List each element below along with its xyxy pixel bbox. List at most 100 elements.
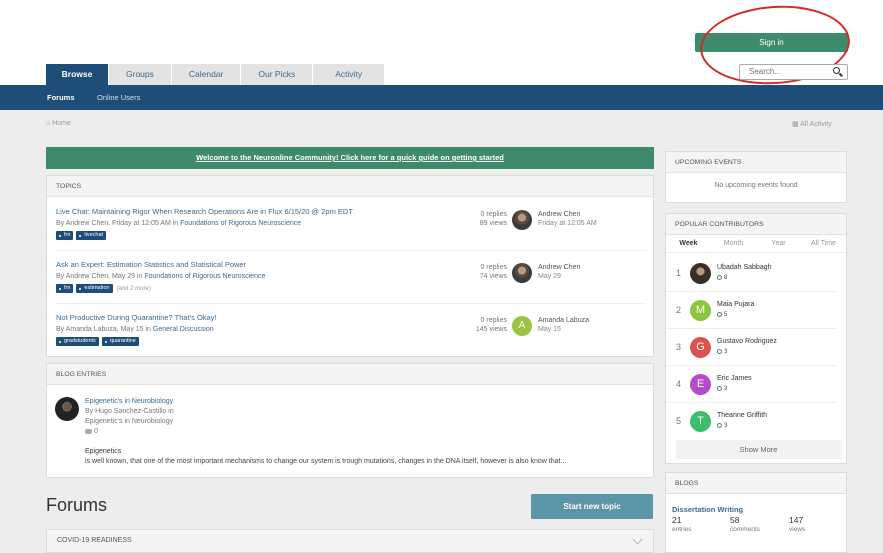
tab-month[interactable]: Month (711, 235, 756, 252)
topic-forum-link[interactable]: General Discussion (153, 326, 214, 333)
topic-title[interactable]: Live Chat: Maintaining Rigor When Resear… (56, 207, 353, 216)
last-post-time: May 29 (538, 273, 561, 280)
all-activity-label[interactable]: All Activity (800, 121, 832, 128)
contributor-rank: 3 (676, 342, 682, 352)
blog-views-count: 147 (789, 515, 804, 525)
topic-title[interactable]: Not Productive During Quarantine? That's… (56, 313, 217, 322)
reputation: 3 (717, 423, 727, 429)
tag[interactable]: gradstudents (56, 337, 99, 346)
all-activity-link[interactable]: ▩ All Activity (792, 120, 832, 128)
contributor-row: 5 T Theanne Griffith 3 (666, 403, 836, 440)
forum-category[interactable]: COVID-19 READINESS (46, 529, 654, 553)
reputation: 3 (717, 349, 727, 355)
search-box[interactable] (739, 64, 848, 80)
topic-forum-link[interactable]: Foundations of Rigorous Neuroscience (180, 220, 301, 227)
avatar[interactable]: E (690, 374, 711, 395)
blog-views-stat: 147 views (789, 515, 805, 535)
blog-title[interactable]: Dissertation Writing (672, 505, 743, 514)
tab-year[interactable]: Year (756, 235, 801, 252)
welcome-banner-text[interactable]: Welcome to the Neuronline Community! Cli… (196, 153, 504, 162)
tag[interactable]: estimation (76, 284, 113, 293)
reputation-count: 3 (724, 423, 728, 429)
contributor-row: 3 G Gustavo Rodriguez 3 (666, 329, 836, 366)
tab-our-picks[interactable]: Our Picks (241, 64, 313, 85)
last-poster-name[interactable]: Andrew Chen (538, 263, 580, 272)
more-tags: (and 2 more) (116, 285, 151, 292)
tag[interactable]: livechat (76, 231, 107, 240)
avatar[interactable] (512, 263, 532, 283)
reputation-count: 8 (724, 275, 728, 281)
reputation-icon (717, 349, 722, 354)
blog-comments-count: 58 (730, 515, 740, 525)
reputation-count: 3 (724, 349, 728, 355)
comment-icon (85, 428, 92, 434)
subnav-online-users[interactable]: Online Users (97, 85, 140, 110)
topic-author-date: By Andrew Chen, May 29 in (56, 273, 143, 280)
tag[interactable]: quarantine (101, 337, 139, 346)
tab-week[interactable]: Week (666, 235, 711, 252)
topic-forum-link[interactable]: Foundations of Rigorous Neuroscience (144, 273, 265, 280)
reputation-count: 3 (724, 386, 728, 392)
avatar[interactable] (55, 397, 79, 421)
blog-entry-excerpt: Epigenetics is well known, that one of t… (85, 447, 566, 467)
avatar[interactable]: T (690, 411, 711, 432)
contributor-row: 2 M Maia Pujara 5 (666, 292, 836, 329)
show-more-button[interactable]: Show More (676, 440, 841, 459)
topics-panel: TOPICS Live Chat: Maintaining Rigor When… (46, 175, 654, 357)
reputation: 8 (717, 275, 727, 281)
last-poster-name[interactable]: Amanda Labuza (538, 316, 589, 325)
blog-entry-author: By Hugo Sanchez-Castillo in (85, 408, 174, 415)
view-count: 89 views (479, 220, 507, 227)
tag[interactable]: frn (56, 284, 74, 293)
topic-author-date: By Amanda Labuza, May 15 in (56, 326, 151, 333)
start-new-topic-button[interactable]: Start new topic (531, 494, 653, 519)
topic-meta: By Amanda Labuza, May 15 in General Disc… (56, 326, 214, 333)
reputation-icon (717, 275, 722, 280)
popular-contributors-panel: POPULAR CONTRIBUTORS Week Month Year All… (665, 213, 847, 464)
blog-entry-text: is well known, that one of the most impo… (85, 458, 567, 465)
no-events-message: No upcoming events found (714, 182, 798, 189)
tab-calendar[interactable]: Calendar (171, 64, 241, 85)
topic-stats: 0 replies 145 views (447, 316, 507, 334)
contributor-name[interactable]: Eric James (717, 375, 752, 382)
chevron-down-icon[interactable] (632, 534, 643, 545)
topic-title[interactable]: Ask an Expert: Estimation Statistics and… (56, 260, 246, 269)
contributor-name[interactable]: Maia Pujara (717, 301, 754, 308)
last-poster: Andrew Chen Friday at 12:05 AM (538, 210, 597, 228)
topic-row: Not Productive During Quarantine? That's… (56, 307, 646, 357)
contributor-name[interactable]: Gustavo Rodriguez (717, 338, 777, 345)
contributor-row: 1 Ubadah Sabbagh 8 (666, 255, 836, 292)
reply-count: 0 replies (480, 211, 507, 218)
avatar[interactable] (690, 263, 711, 284)
topic-tags: frn livechat (56, 231, 109, 240)
contributor-rank: 5 (676, 416, 682, 426)
avatar[interactable]: A (512, 316, 532, 336)
tab-all-time[interactable]: All Time (801, 235, 846, 252)
avatar[interactable]: G (690, 337, 711, 358)
reputation: 3 (717, 386, 727, 392)
avatar[interactable] (512, 210, 532, 230)
contributor-name[interactable]: Theanne Griffith (717, 412, 767, 419)
blog-entry-blog[interactable]: Epigenetic's in Neurobiology (85, 417, 174, 427)
avatar[interactable]: M (690, 300, 711, 321)
topic-tags: gradstudents quarantine (56, 337, 142, 346)
search-input[interactable] (749, 65, 837, 78)
blog-entry-title[interactable]: Epigenetic's in Neurobiology (85, 397, 174, 407)
topic-stats: 0 replies 74 views (447, 263, 507, 281)
last-poster-name[interactable]: Andrew Chen (538, 210, 597, 219)
welcome-banner[interactable]: Welcome to the Neuronline Community! Cli… (46, 147, 654, 169)
comment-count: 0 (94, 428, 98, 435)
forum-category-title[interactable]: COVID-19 READINESS (57, 537, 132, 544)
subnav-forums[interactable]: Forums (47, 85, 75, 110)
tab-browse[interactable]: Browse (46, 64, 108, 85)
tab-activity[interactable]: Activity (313, 64, 385, 85)
tag[interactable]: frn (56, 231, 74, 240)
search-icon[interactable] (833, 67, 840, 74)
breadcrumb[interactable]: ⌂ Home (46, 120, 71, 127)
contributor-name[interactable]: Ubadah Sabbagh (717, 264, 772, 271)
blog-entry-info: Epigenetic's in Neurobiology By Hugo San… (85, 397, 174, 437)
breadcrumb-home[interactable]: Home (52, 120, 71, 127)
reputation-icon (717, 312, 722, 317)
blogs-panel: BLOGS Dissertation Writing 21 entries 58 c… (665, 472, 847, 553)
tab-groups[interactable]: Groups (109, 64, 171, 85)
